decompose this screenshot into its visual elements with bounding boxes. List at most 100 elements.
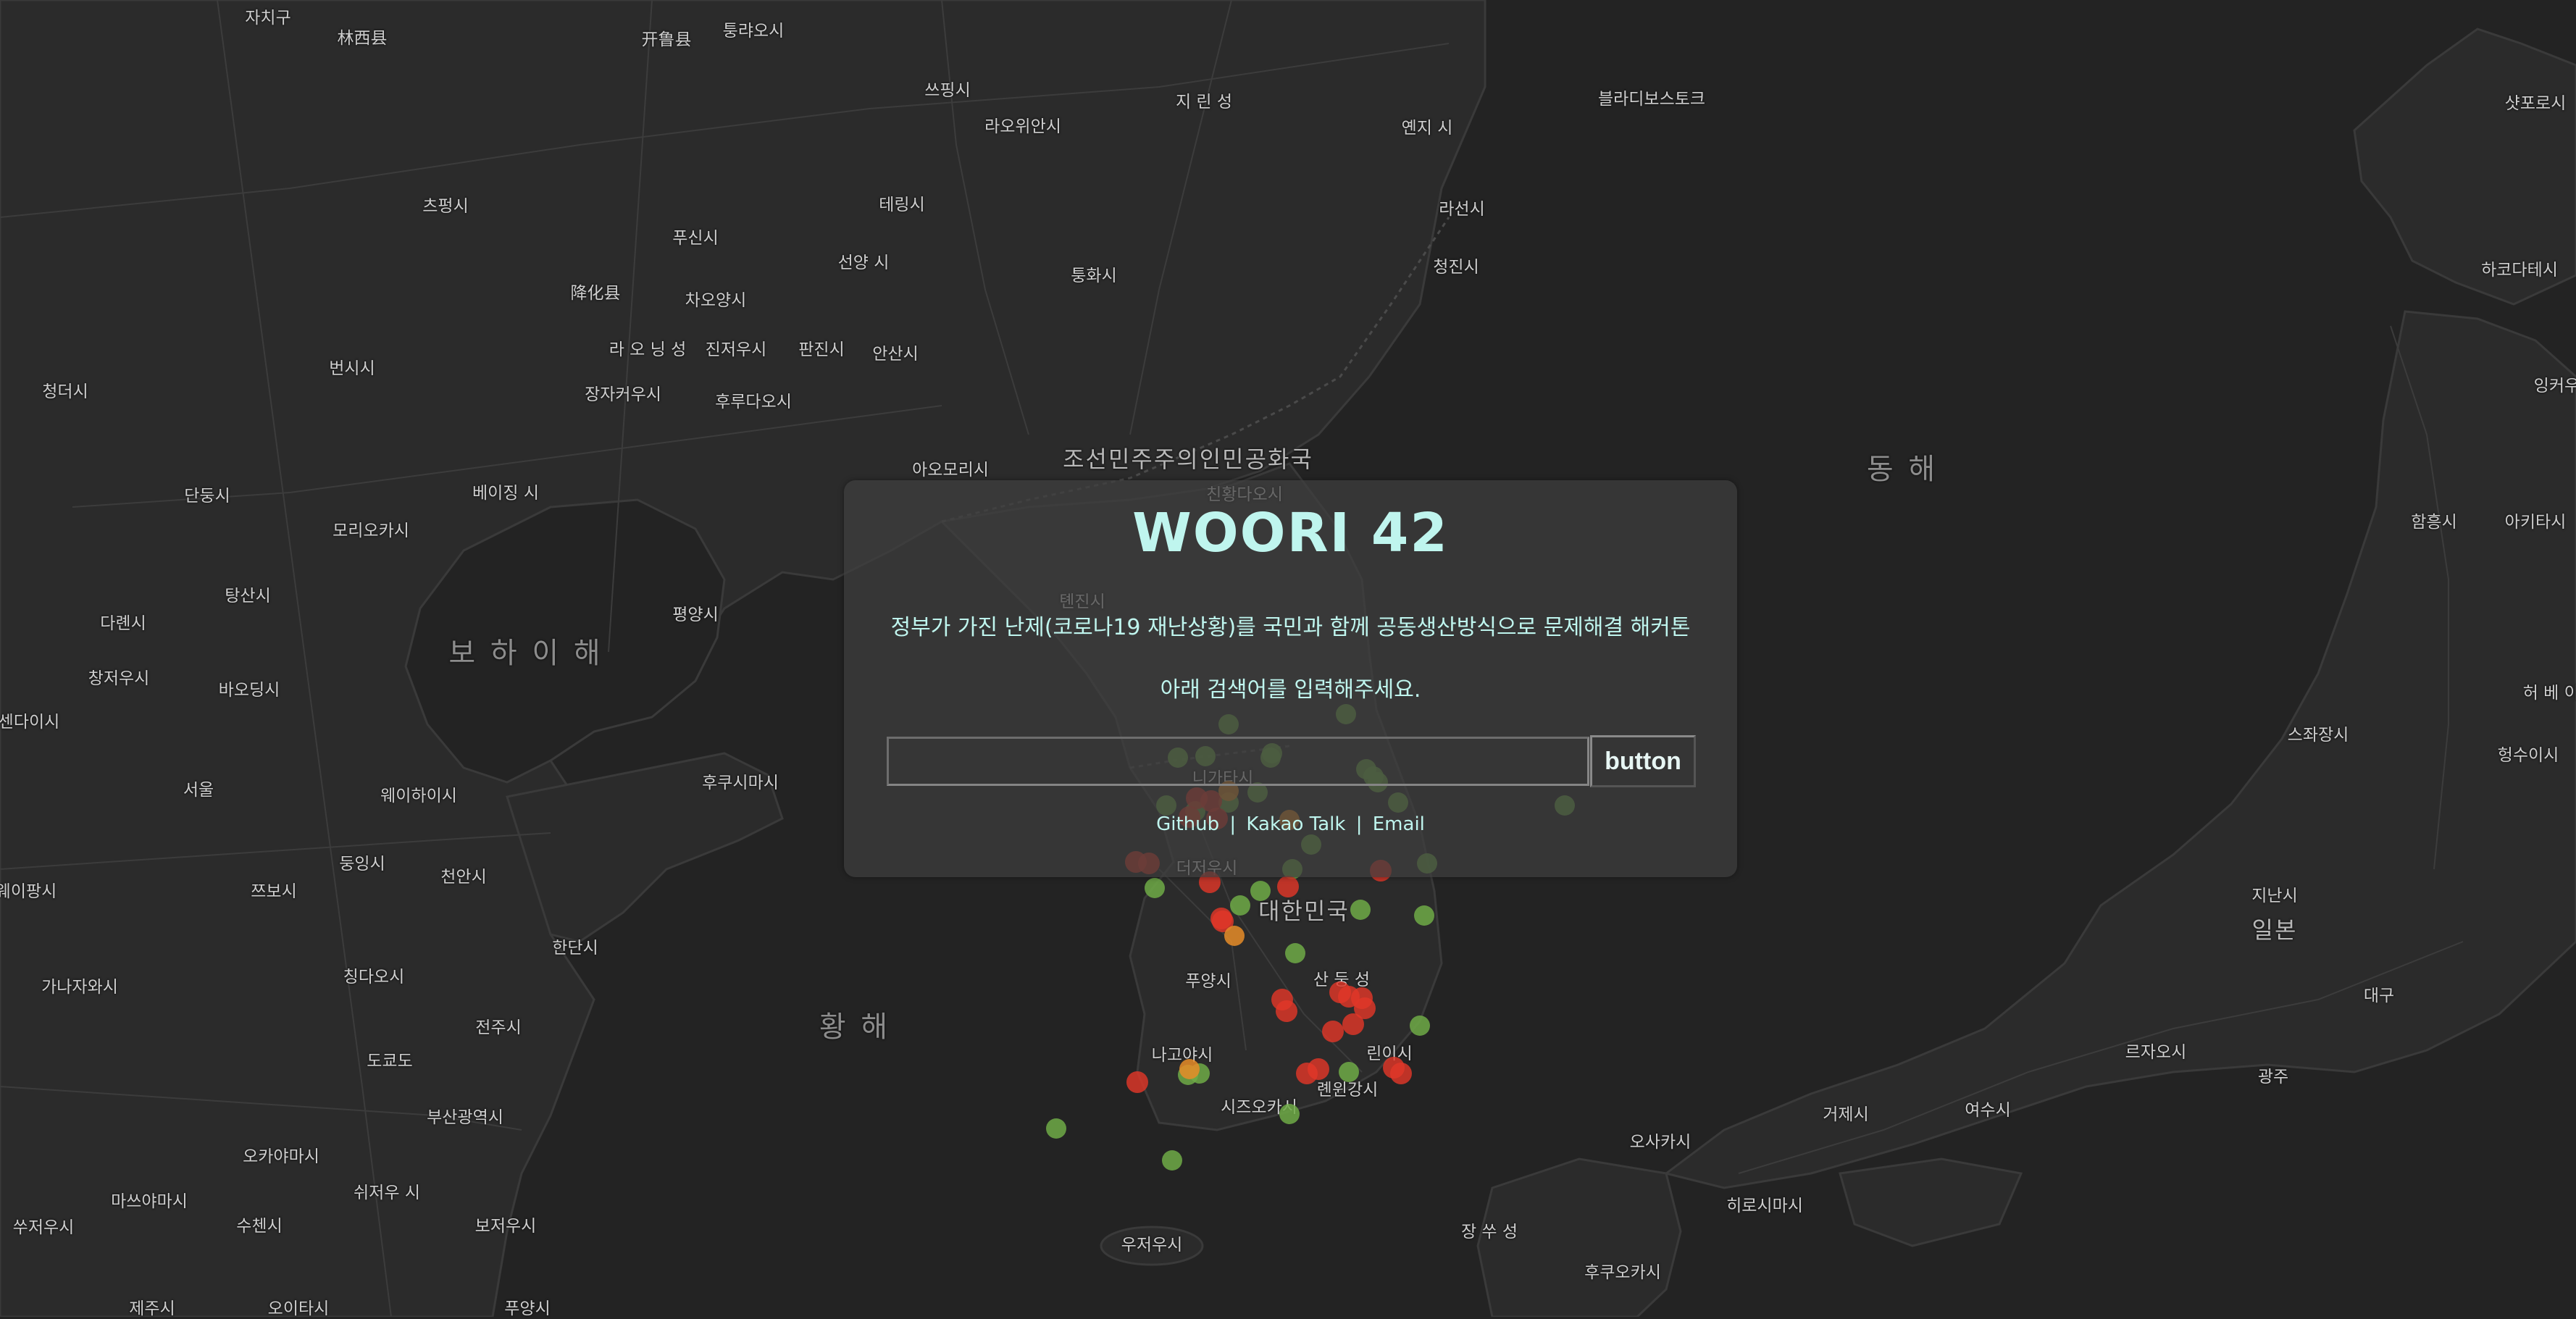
place-label: 차오양시 <box>685 291 747 310</box>
link-separator: | <box>1355 813 1363 835</box>
place-label: 하코다테시 <box>2481 261 2558 280</box>
place-label: 베이징 시 <box>472 484 539 503</box>
place-label: 번시시 <box>329 359 375 378</box>
place-label: 광주 <box>2257 1068 2289 1086</box>
place-label: 함흥시 <box>2411 513 2457 532</box>
place-label: 아키타시 <box>2504 513 2567 532</box>
place-label: 전주시 <box>475 1018 522 1037</box>
place-label: 장 쑤 성 <box>1460 1223 1518 1241</box>
panel-prompt: 아래 검색어를 입력해주세요. <box>1160 677 1421 703</box>
red-marker[interactable] <box>1126 1071 1148 1093</box>
red-marker[interactable] <box>1342 1013 1364 1035</box>
place-label: 지 린 성 <box>1175 93 1233 112</box>
place-label: 푸신시 <box>672 229 719 248</box>
green-marker[interactable] <box>1414 905 1434 926</box>
place-label: 둥잉시 <box>339 855 385 874</box>
place-label: 히로시마시 <box>1726 1197 1803 1215</box>
place-label: 퉁랴오시 <box>722 22 785 41</box>
place-label: 오카야마시 <box>243 1147 319 1166</box>
place-label: 수첸시 <box>236 1217 283 1236</box>
place-label: 평양시 <box>672 606 719 624</box>
place-label: 판진시 <box>798 340 845 359</box>
orange-marker[interactable] <box>1224 926 1245 946</box>
place-label: 쑤저우시 <box>12 1218 75 1237</box>
place-label: 푸양시 <box>1185 972 1231 991</box>
place-label: 라 오 닝 성 <box>609 340 687 359</box>
red-marker[interactable] <box>1296 1063 1318 1084</box>
place-label: 르자오시 <box>2125 1043 2187 1062</box>
place-label: 쓰핑시 <box>924 81 971 100</box>
green-marker[interactable] <box>1285 943 1305 963</box>
country-label: 일본 <box>2251 916 2298 944</box>
place-label: 부산광역시 <box>427 1108 503 1127</box>
search-input[interactable] <box>887 737 1589 786</box>
sea-label: 보 하 이 해 <box>448 637 603 670</box>
place-label: 지난시 <box>2251 887 2298 905</box>
place-label: 대구 <box>2363 987 2395 1005</box>
place-label: 오이타시 <box>267 1299 330 1318</box>
green-marker[interactable] <box>1350 900 1371 920</box>
place-label: 웨이팡시 <box>0 882 57 901</box>
red-marker[interactable] <box>1322 1021 1344 1042</box>
place-label: 가나자와시 <box>41 978 118 997</box>
place-label: 보저우시 <box>474 1217 537 1236</box>
place-label: 잉커우시 <box>2533 377 2576 395</box>
place-label: 테링시 <box>879 196 925 214</box>
github-link[interactable]: Github <box>1156 813 1219 835</box>
place-label: 서울 <box>183 781 214 800</box>
place-label: 후쿠오카시 <box>1584 1263 1661 1282</box>
place-label: 센다이시 <box>0 713 60 732</box>
place-label: 모리오카시 <box>333 522 409 540</box>
place-label: 开鲁县 <box>641 30 692 49</box>
panel-description: 정부가 가진 난제(코로나19 재난상황)를 국민과 함께 공동생산방식으로 문… <box>890 615 1691 640</box>
green-marker[interactable] <box>1230 895 1250 916</box>
red-marker[interactable] <box>1210 908 1232 929</box>
green-marker[interactable] <box>1279 1104 1300 1124</box>
place-label: 라오위안시 <box>984 117 1061 136</box>
place-label: 다롄시 <box>100 614 146 633</box>
place-label: 후쿠시마시 <box>702 774 779 792</box>
green-marker[interactable] <box>1145 878 1165 898</box>
green-marker[interactable] <box>1162 1150 1182 1171</box>
red-marker[interactable] <box>1390 1063 1412 1084</box>
place-label: 쯔보시 <box>251 882 297 901</box>
green-marker[interactable] <box>1410 1016 1430 1036</box>
place-label: 샷포로시 <box>2504 94 2567 113</box>
sea-label: 황 해 <box>819 1010 891 1044</box>
email-link[interactable]: Email <box>1373 813 1425 835</box>
place-label: 降化县 <box>570 284 621 303</box>
place-label: 청진시 <box>1433 258 1479 277</box>
place-label: 라선시 <box>1439 200 1485 219</box>
country-label: 대한민국 <box>1258 897 1350 925</box>
place-label: 허 베 이 성 <box>2522 684 2576 703</box>
kakao-talk-link[interactable]: Kakao Talk <box>1246 813 1345 835</box>
place-label: 후루다오시 <box>715 393 792 411</box>
place-label: 진저우시 <box>705 340 767 359</box>
place-label: 단둥시 <box>184 487 230 506</box>
place-label: 제주시 <box>129 1299 175 1318</box>
place-label: 블라디보스토크 <box>1597 90 1706 109</box>
sea-label: 동 해 <box>1866 453 1939 486</box>
red-marker[interactable] <box>1276 1000 1297 1022</box>
green-marker[interactable] <box>1339 1062 1359 1082</box>
red-marker[interactable] <box>1277 876 1299 897</box>
link-separator: | <box>1229 813 1237 835</box>
place-label: 푸양시 <box>504 1299 551 1318</box>
place-label: 선양 시 <box>837 254 890 272</box>
panel-title: WOORI 42 <box>1132 502 1449 564</box>
place-label: 츠펑시 <box>422 197 469 216</box>
place-label: 오사카시 <box>1629 1133 1691 1152</box>
green-marker[interactable] <box>1250 881 1271 901</box>
place-label: 마쓰야마시 <box>111 1192 188 1211</box>
place-label: 도쿄도 <box>367 1052 413 1071</box>
place-label: 안산시 <box>872 345 919 364</box>
search-button[interactable]: button <box>1590 735 1696 787</box>
place-label: 아오모리시 <box>912 461 989 480</box>
search-panel: WOORI 42 정부가 가진 난제(코로나19 재난상황)를 국민과 함께 공… <box>844 480 1737 877</box>
place-label: 청더시 <box>42 382 88 401</box>
orange-marker[interactable] <box>1179 1059 1200 1079</box>
place-label: 스좌장시 <box>2287 726 2349 745</box>
place-label: 자치구 <box>245 9 291 28</box>
green-marker[interactable] <box>1046 1118 1066 1139</box>
place-label: 헝수이시 <box>2497 746 2559 765</box>
